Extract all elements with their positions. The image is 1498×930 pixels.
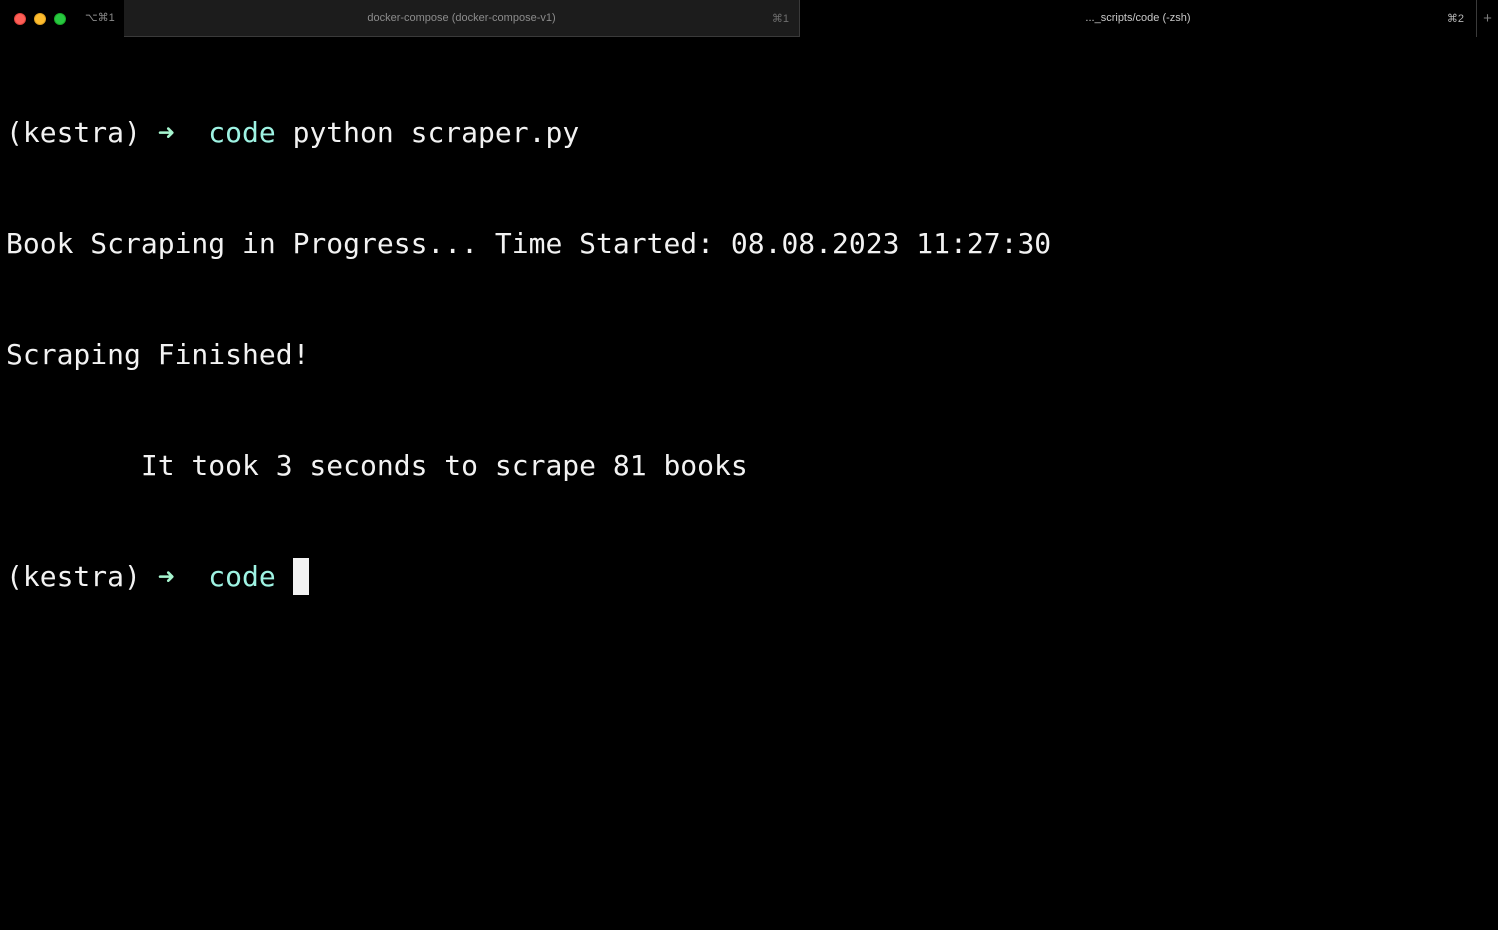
prompt-env: (kestra) [6, 560, 141, 593]
tab-shortcut: ⌘1 [771, 13, 789, 25]
prompt-line: (kestra) ➜ code [6, 558, 1498, 595]
output-line: Book Scraping in Progress... Time Starte… [6, 227, 1052, 260]
window-shortcut: ⌥⌘1 [85, 12, 115, 24]
plus-icon: + [1483, 10, 1492, 27]
output-line: It took 3 seconds to scrape 81 books [6, 449, 748, 482]
tab-title: docker-compose (docker-compose-v1) [367, 12, 556, 24]
close-window-button[interactable] [14, 13, 26, 25]
terminal-output[interactable]: (kestra) ➜ code python scraper.py Book S… [6, 40, 1498, 930]
minimize-window-button[interactable] [34, 13, 46, 25]
tab-shortcut: ⌘2 [1446, 13, 1464, 25]
prompt-line: (kestra) ➜ code python scraper.py [6, 114, 1498, 151]
prompt-arrow-icon: ➜ [157, 560, 175, 593]
tab-title: ..._scripts/code (-zsh) [1085, 12, 1191, 24]
command-text: python scraper.py [292, 116, 580, 149]
terminal-window: ⌥⌘1 docker-compose (docker-compose-v1) ⌘… [0, 0, 1498, 930]
text-cursor [292, 558, 309, 595]
prompt-env: (kestra) [6, 116, 141, 149]
tab-scripts-code[interactable]: ..._scripts/code (-zsh) ⌘2 [800, 0, 1476, 37]
tab-bar: ⌥⌘1 docker-compose (docker-compose-v1) ⌘… [0, 0, 1498, 37]
tab-docker-compose[interactable]: docker-compose (docker-compose-v1) ⌘1 [124, 0, 800, 37]
maximize-window-button[interactable] [54, 13, 66, 25]
output-line: Scraping Finished! [6, 338, 310, 371]
prompt-arrow-icon: ➜ [157, 116, 175, 149]
new-tab-button[interactable]: + [1476, 0, 1498, 37]
prompt-directory: code [208, 560, 276, 593]
prompt-directory: code [208, 116, 276, 149]
